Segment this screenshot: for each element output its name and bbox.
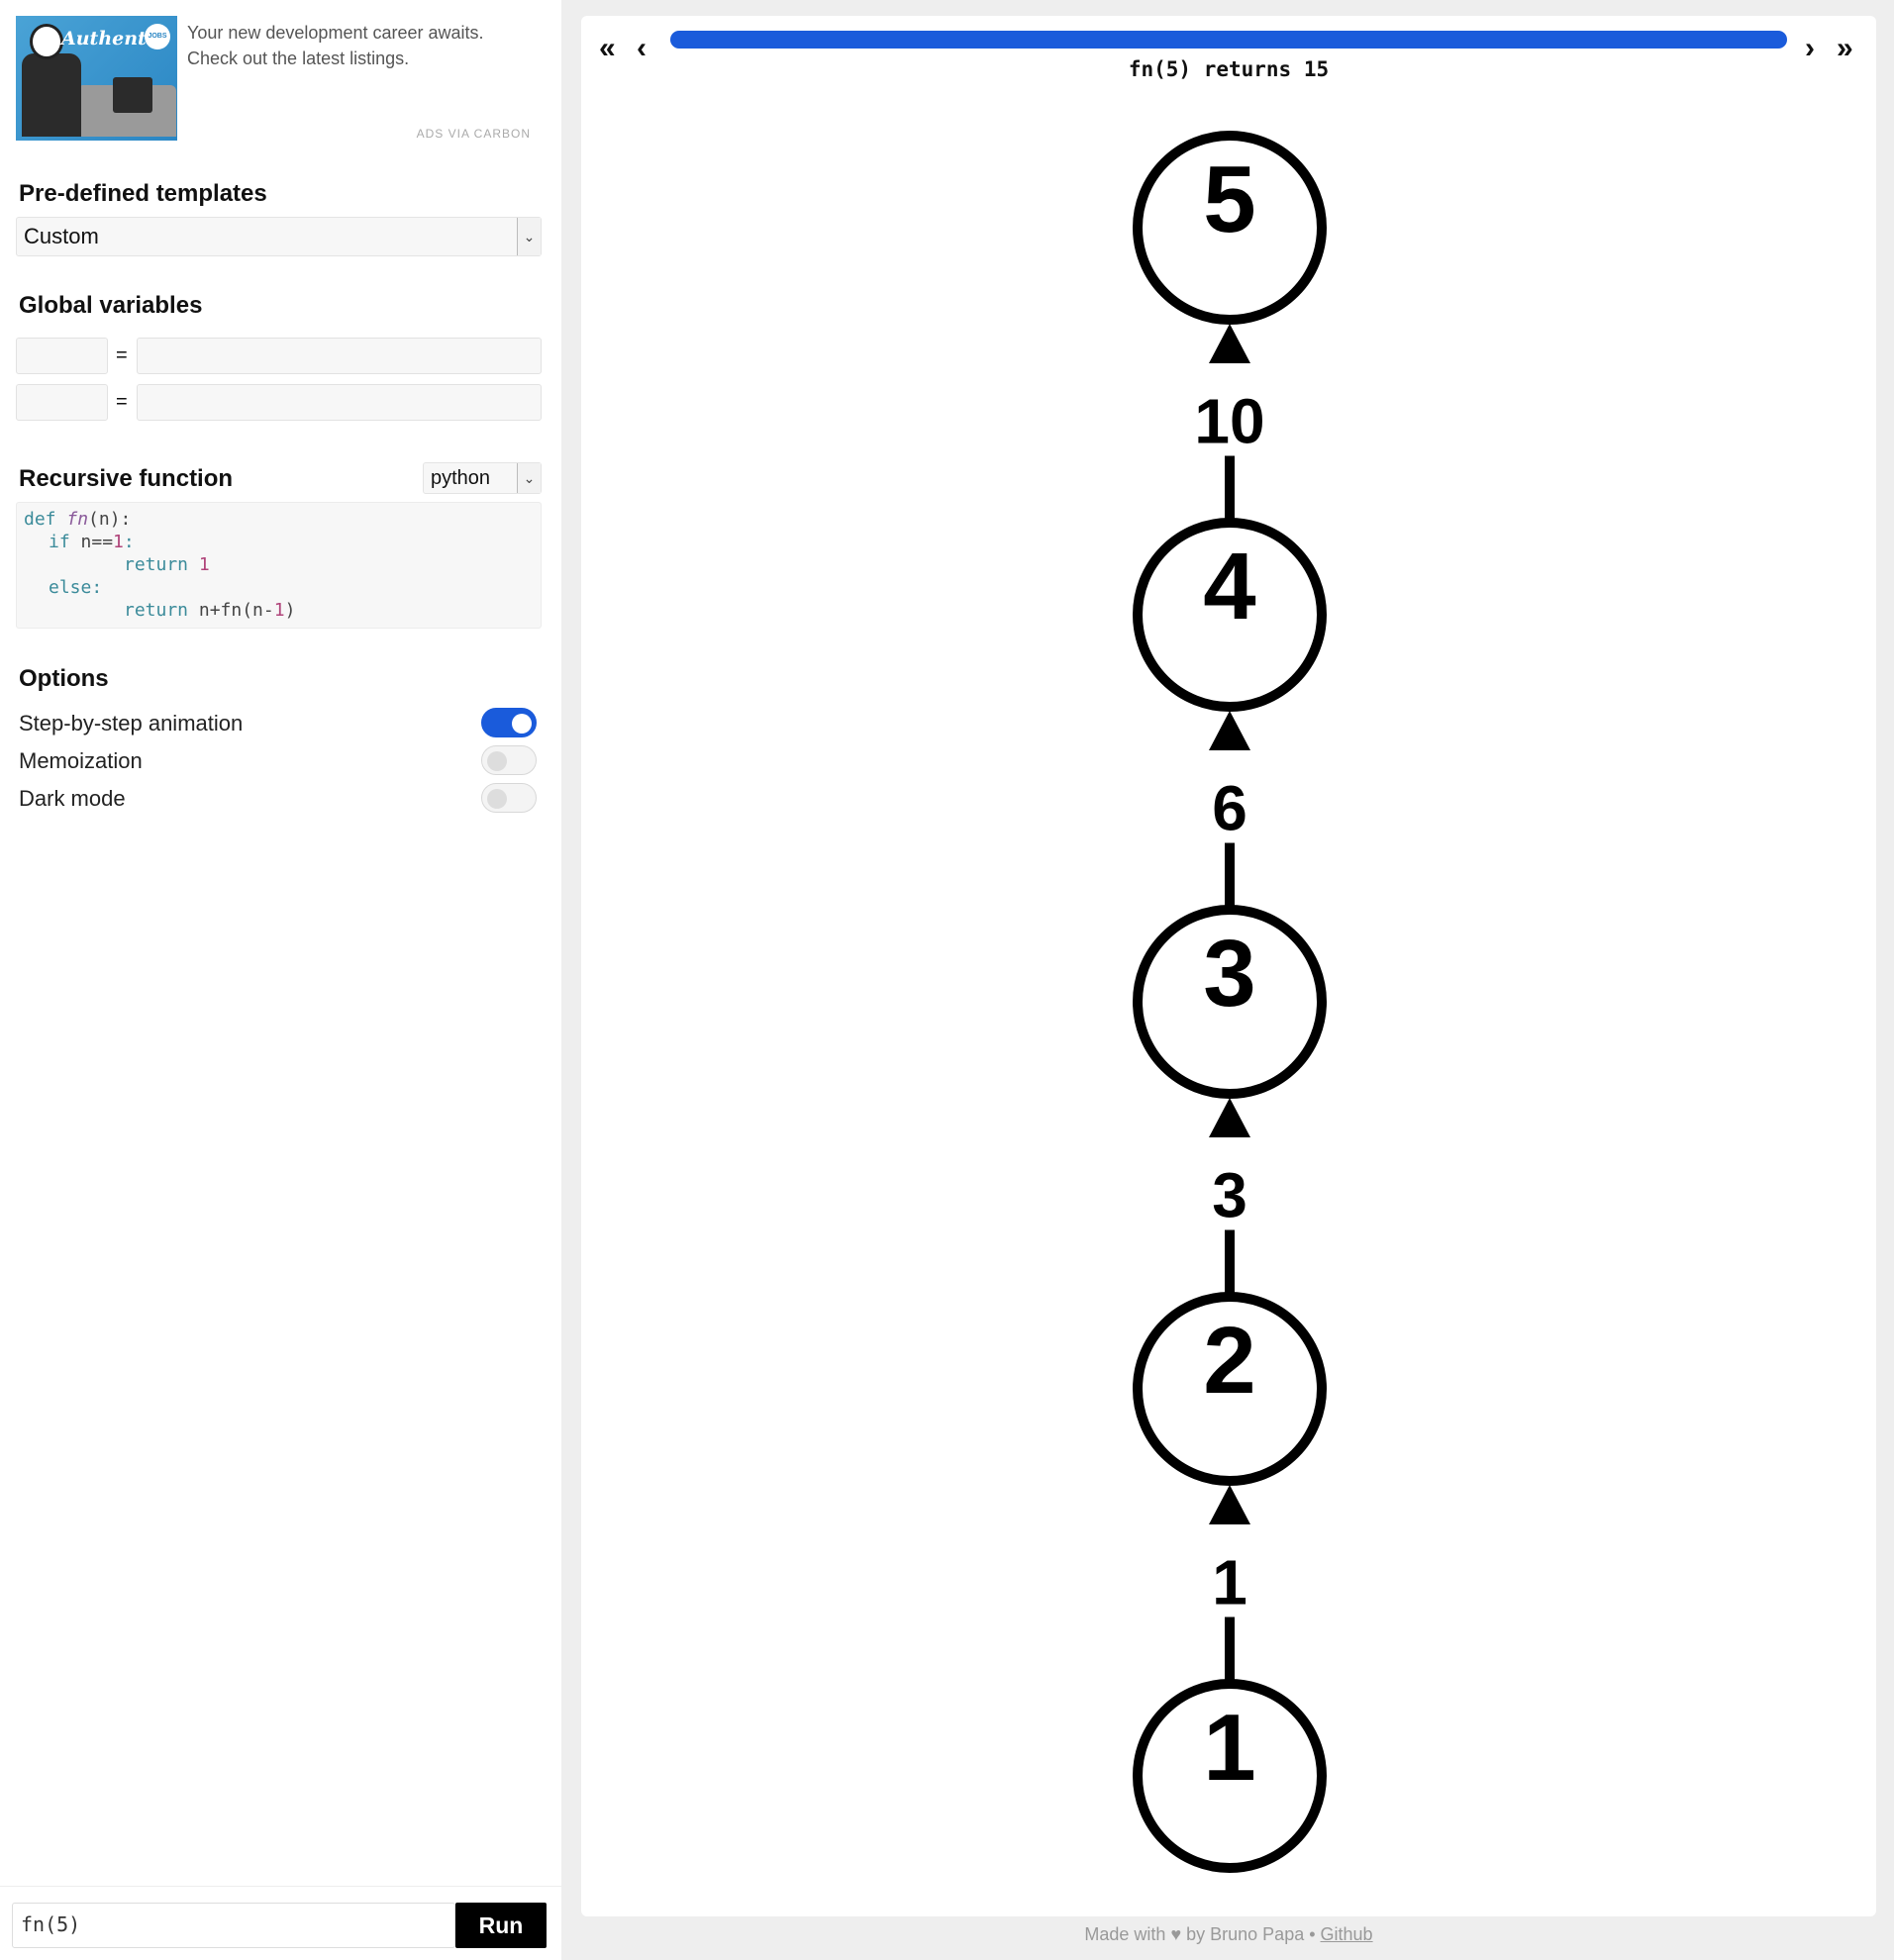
templates-title: Pre-defined templates [19, 180, 267, 207]
template-select-value: Custom [24, 224, 99, 248]
option-label-memoization: Memoization [19, 748, 143, 773]
global-variables-title: Global variables [19, 292, 203, 319]
code-text: n== [69, 532, 114, 552]
github-link[interactable]: Github [1321, 1924, 1373, 1944]
code-number: 1 [198, 554, 210, 575]
arrow-up-icon [1209, 324, 1250, 363]
template-select[interactable]: Custom ⌄ [16, 217, 542, 256]
function-call-input[interactable]: fn(5) [12, 1903, 455, 1948]
recursive-function-title: Recursive function [19, 465, 234, 492]
code-text: (n): [88, 509, 132, 530]
ad-text[interactable]: Your new development career awaits. Chec… [187, 20, 524, 71]
arrow-up-icon [1209, 1098, 1250, 1137]
footer-credit: Made with ♥ by Bruno Papa • [1084, 1924, 1321, 1944]
chevron-down-icon: ⌄ [517, 463, 541, 493]
ad-badge: JOBS [145, 24, 170, 49]
arrow-up-icon [1209, 711, 1250, 750]
code-keyword: def [24, 509, 56, 530]
recursion-tree: 10 6 3 1 5 4 3 2 1 [1133, 131, 1327, 1873]
equals-sign: = [116, 391, 128, 413]
language-select[interactable]: python ⌄ [423, 462, 542, 494]
tree-edge-label: 3 [1212, 1160, 1247, 1231]
tree-node-label: 2 [1203, 1308, 1255, 1414]
code-keyword: if [49, 532, 70, 552]
visualization-panel: « ‹ › » fn(5) returns 15 10 6 3 1 5 4 3 2 1 [581, 16, 1876, 1916]
language-select-value: python [431, 467, 491, 489]
global-var-1-name-input[interactable] [16, 338, 108, 374]
code-function-name: fn [66, 509, 89, 530]
footer: Made with ♥ by Bruno Papa • Github [581, 1924, 1876, 1945]
options-title: Options [19, 665, 109, 692]
run-button[interactable]: Run [455, 1903, 547, 1948]
tree-node-label: 5 [1203, 147, 1255, 252]
arrow-up-icon [1209, 1485, 1250, 1524]
carbon-ad[interactable]: Authentic JOBS Your new development care… [16, 16, 531, 143]
tree-edge-label: 10 [1194, 386, 1264, 457]
tree-edge-label: 6 [1212, 773, 1247, 844]
call-bar: fn(5) Run [0, 1886, 561, 1960]
code-keyword: return [124, 554, 189, 575]
code-keyword: return [124, 600, 189, 621]
global-var-1-value-input[interactable] [137, 338, 542, 374]
code-number: 1 [273, 600, 285, 621]
tree-edge-label: 1 [1212, 1547, 1247, 1618]
ad-via-carbon-link[interactable]: ADS VIA CARBON [417, 127, 531, 141]
ad-image[interactable]: Authentic JOBS [16, 16, 177, 141]
tree-node-label: 1 [1203, 1695, 1255, 1801]
tree-node-label: 4 [1203, 534, 1255, 639]
chevron-down-icon: ⌄ [517, 218, 541, 255]
code-text: ) [284, 600, 296, 621]
option-label-dark-mode: Dark mode [19, 786, 126, 811]
code-text: n+fn(n- [198, 600, 274, 621]
toggle-dark-mode[interactable] [481, 783, 537, 813]
tree-node-label: 3 [1203, 921, 1255, 1027]
code-keyword: else: [49, 577, 103, 598]
code-number: 1 [113, 532, 124, 552]
toggle-memoization[interactable] [481, 745, 537, 775]
global-var-2-name-input[interactable] [16, 384, 108, 421]
code-text: : [123, 532, 135, 552]
equals-sign: = [116, 344, 128, 366]
global-var-2-value-input[interactable] [137, 384, 542, 421]
option-label-step-by-step: Step-by-step animation [19, 711, 244, 735]
toggle-step-by-step[interactable] [481, 708, 537, 737]
code-editor[interactable]: def fn(n): if n==1: return 1 else: retur… [16, 502, 542, 629]
sidebar: Authentic JOBS Your new development care… [0, 0, 561, 1960]
